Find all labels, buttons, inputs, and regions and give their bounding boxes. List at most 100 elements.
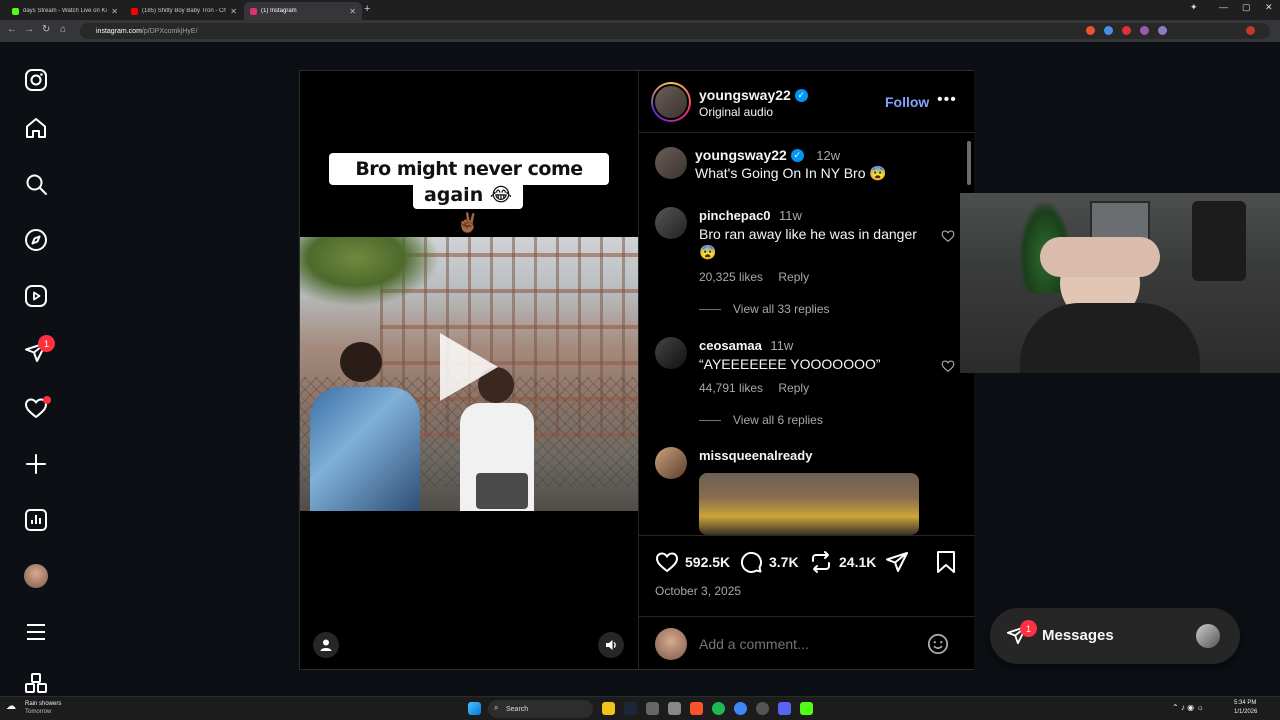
close-tab-icon[interactable]: ✕ <box>230 7 237 16</box>
emoji-icon[interactable] <box>927 633 949 660</box>
start-windows-icon[interactable] <box>468 702 481 715</box>
add-comment-input[interactable] <box>697 633 917 655</box>
comment: missqueenalready <box>655 447 955 535</box>
discord-icon[interactable] <box>778 702 791 715</box>
like-comment-icon[interactable] <box>941 229 955 248</box>
close-tab-icon[interactable]: ✕ <box>349 7 356 16</box>
caption-header: youngsway22 ✓ 12w <box>695 147 840 165</box>
commenter-avatar[interactable] <box>655 207 687 239</box>
close-window-icon[interactable]: ✕ <box>1265 2 1273 13</box>
view-replies-label: View all 6 replies <box>733 413 823 427</box>
comment-time: 11w <box>770 338 794 353</box>
kick-app-icon[interactable] <box>800 702 813 715</box>
video-frame[interactable] <box>300 237 638 511</box>
maximize-icon[interactable]: ▢ <box>1242 2 1251 13</box>
comment-likes[interactable]: 44,791 likes <box>699 381 763 395</box>
chrome-icon[interactable] <box>734 702 747 715</box>
reel-media[interactable]: Bro might never come back to NY again 😂✌… <box>300 71 638 669</box>
commenter-avatar[interactable] <box>655 447 687 479</box>
app-icon[interactable] <box>646 702 659 715</box>
extension-icon[interactable] <box>1086 26 1095 35</box>
post-side-panel: youngsway22 ✓ Original audio Follow ••• y… <box>638 71 975 669</box>
back-icon[interactable]: ← <box>7 24 17 35</box>
reply-button[interactable]: Reply <box>778 381 809 395</box>
caption-avatar[interactable] <box>655 147 687 179</box>
browser-tab[interactable]: days Stream - Watch Live on Ki ✕ <box>6 2 124 20</box>
kick-favicon-icon <box>12 7 19 15</box>
home-button-icon[interactable]: ⌂ <box>60 24 66 35</box>
commenter-avatar[interactable] <box>655 337 687 369</box>
search-label: Search <box>506 705 529 713</box>
clock-time[interactable]: 5:34 PM <box>1234 700 1256 706</box>
forward-icon[interactable]: → <box>24 24 34 35</box>
reels-icon[interactable] <box>22 282 50 310</box>
dashboard-icon[interactable] <box>22 506 50 534</box>
share-icon[interactable] <box>885 550 909 574</box>
explore-icon[interactable] <box>22 226 50 254</box>
file-explorer-icon[interactable] <box>602 702 615 715</box>
also-from-meta-icon[interactable] <box>22 672 50 696</box>
extensions-sparkle-icon[interactable]: ✦ <box>1190 2 1198 13</box>
comment-likes[interactable]: 20,325 likes <box>699 270 763 284</box>
post-date[interactable]: October 3, 2025 <box>655 584 741 598</box>
more-menu-icon[interactable] <box>22 618 50 646</box>
mute-icon[interactable] <box>598 632 624 658</box>
tray-icons[interactable]: ⌃ ♪ ◉ ☼ <box>1172 703 1204 712</box>
browser-tab[interactable]: (185) Shitty Boy Baby Tron - Ch ✕ <box>125 2 243 20</box>
audio-label[interactable]: Original audio <box>699 105 773 119</box>
person-left-body <box>310 387 420 511</box>
caption-username[interactable]: youngsway22 <box>695 147 787 163</box>
tagged-people-icon[interactable] <box>313 632 339 658</box>
clock-date[interactable]: 1/1/2026 <box>1234 709 1257 715</box>
comment-button[interactable]: 3.7K <box>739 550 799 574</box>
follow-button[interactable]: Follow <box>885 94 929 110</box>
messages-drawer-button[interactable]: 1 Messages <box>990 608 1240 664</box>
view-replies-button[interactable]: View all 33 replies <box>699 302 830 316</box>
save-bookmark-icon[interactable] <box>935 550 957 574</box>
view-replies-button[interactable]: View all 6 replies <box>699 413 823 427</box>
like-comment-icon[interactable] <box>941 359 955 378</box>
search-icon[interactable] <box>22 170 50 198</box>
url-path: /p/DPXcomkjHyE/ <box>141 27 198 35</box>
steam-icon[interactable] <box>624 702 637 715</box>
extension-icon[interactable] <box>1158 26 1167 35</box>
taskbar-search[interactable]: ⌕ Search <box>488 700 593 718</box>
weather-label[interactable]: Rain showers <box>25 701 61 707</box>
reload-icon[interactable]: ↻ <box>42 24 50 35</box>
comment-gif[interactable] <box>699 473 919 535</box>
like-button[interactable]: 592.5K <box>655 550 730 574</box>
profile-icon[interactable] <box>1246 26 1255 35</box>
extension-icon[interactable] <box>1140 26 1149 35</box>
create-icon[interactable] <box>22 450 50 478</box>
browser-tab-active[interactable]: (1) Instagram ✕ <box>244 2 362 20</box>
play-icon[interactable] <box>440 333 498 401</box>
spotify-icon[interactable] <box>712 702 725 715</box>
instagram-page: 1 Bro might never come back to NY again … <box>0 42 1280 696</box>
scrollbar-thumb[interactable] <box>967 141 971 185</box>
settings-icon[interactable] <box>668 702 681 715</box>
verified-badge-icon: ✓ <box>790 149 804 163</box>
replies-line <box>699 308 721 310</box>
minimize-icon[interactable]: — <box>1219 2 1228 12</box>
profile-avatar[interactable] <box>22 562 50 590</box>
comment-username[interactable]: ceosamaa <box>699 338 762 353</box>
repost-button[interactable]: 24.1K <box>809 550 876 574</box>
author-username[interactable]: youngsway22 <box>699 87 791 103</box>
instagram-logo-icon[interactable] <box>22 66 50 94</box>
brave-icon[interactable] <box>690 702 703 715</box>
author-avatar[interactable] <box>653 84 689 120</box>
comment-header: ceosamaa 11w <box>699 337 793 355</box>
weather-icon[interactable]: ☁ <box>6 701 16 712</box>
extension-icon[interactable] <box>1104 26 1113 35</box>
app-icon[interactable] <box>756 702 769 715</box>
close-tab-icon[interactable]: ✕ <box>111 7 118 16</box>
new-tab-icon[interactable]: + <box>364 3 370 15</box>
caption: youngsway22 ✓ 12w What's Going On In NY B… <box>655 147 955 187</box>
comment-username[interactable]: pinchepac0 <box>699 208 771 223</box>
comment-username[interactable]: missqueenalready <box>699 448 812 463</box>
reply-button[interactable]: Reply <box>778 270 809 284</box>
home-icon[interactable] <box>22 114 50 142</box>
repost-icon <box>812 551 830 573</box>
extension-icon[interactable] <box>1122 26 1131 35</box>
more-options-icon[interactable]: ••• <box>937 91 957 109</box>
